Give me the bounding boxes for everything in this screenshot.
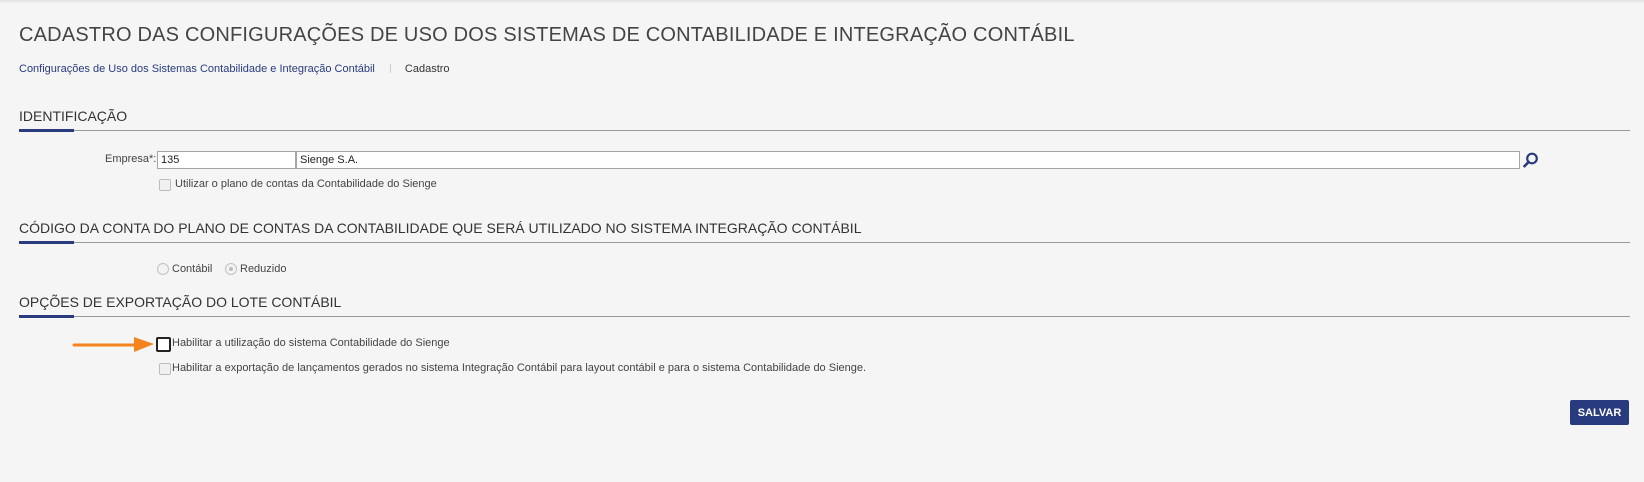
radio-contabil[interactable] [157, 263, 169, 275]
section-codigo-conta: CÓDIGO DA CONTA DO PLANO DE CONTAS DA CO… [19, 218, 1630, 244]
habilitar-exportacao-label: Habilitar a exportação de lançamentos ge… [172, 362, 867, 374]
search-icon[interactable] [1522, 151, 1540, 169]
section-identificacao-title: IDENTIFICAÇÃO [19, 108, 128, 124]
radio-reduzido[interactable] [225, 263, 237, 275]
breadcrumb: Configurações de Uso dos Sistemas Contab… [19, 63, 450, 75]
radio-reduzido-label: Reduzido [240, 263, 287, 275]
empresa-code-input[interactable] [157, 151, 296, 169]
section-codigo-conta-title: CÓDIGO DA CONTA DO PLANO DE CONTAS DA CO… [19, 220, 862, 236]
habilitar-contabilidade-label: Habilitar a utilização do sistema Contab… [172, 337, 450, 349]
empresa-label: Empresa*: [105, 153, 157, 165]
habilitar-contabilidade-checkbox[interactable] [156, 337, 171, 352]
breadcrumb-current: Cadastro [404, 63, 450, 75]
section-exportacao-title: OPÇÕES DE EXPORTAÇÃO DO LOTE CONTÁBIL [19, 294, 342, 310]
section-exportacao: OPÇÕES DE EXPORTAÇÃO DO LOTE CONTÁBIL [19, 292, 1630, 318]
plano-contas-label: Utilizar o plano de contas da Contabilid… [175, 178, 437, 190]
save-button[interactable]: SALVAR [1570, 400, 1629, 425]
breadcrumb-separator [389, 64, 391, 73]
radio-contabil-label: Contábil [172, 263, 213, 275]
habilitar-exportacao-checkbox[interactable] [159, 363, 171, 375]
page-title: CADASTRO DAS CONFIGURAÇÕES DE USO DOS SI… [19, 24, 1075, 46]
section-identificacao: IDENTIFICAÇÃO [19, 106, 1630, 132]
top-shadow [0, 0, 1644, 4]
arrow-right-icon [72, 337, 154, 352]
plano-contas-checkbox[interactable] [159, 179, 171, 191]
empresa-name-input[interactable] [296, 151, 1520, 169]
breadcrumb-link[interactable]: Configurações de Uso dos Sistemas Contab… [19, 63, 375, 75]
